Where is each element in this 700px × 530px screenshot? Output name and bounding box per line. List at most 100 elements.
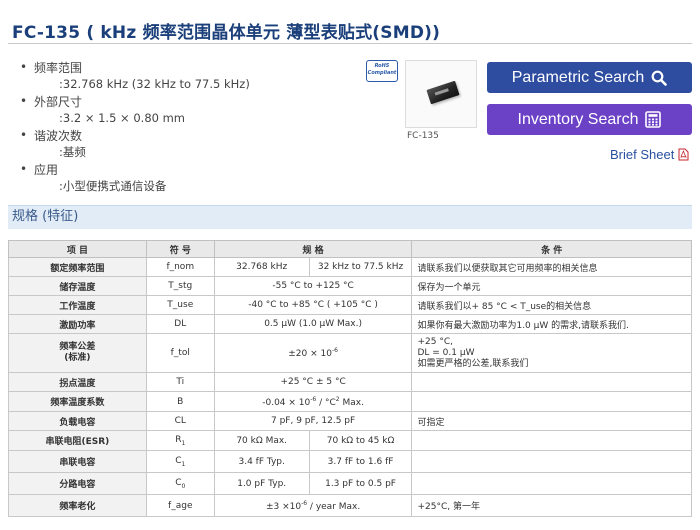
search-icon bbox=[651, 70, 668, 86]
row-symbol: f_tol bbox=[145, 333, 215, 373]
row-item: 串联电容 bbox=[8, 450, 147, 473]
key-specs-list: 频率范围 :32.768 kHz (32 kHz to 77.5 kHz) 外部… bbox=[20, 60, 350, 196]
spec-overtone: 谐波次数 :基频 bbox=[20, 128, 350, 160]
specifications-table: 项 目 符 号 规 格 条 件 额定频率范围 f_nom 32.768 kHz … bbox=[8, 240, 692, 517]
table-row: 激励功率 DL 0.5 μW (1.0 μW Max.) 如果你有最大激励功率为… bbox=[8, 314, 692, 334]
parametric-search-button[interactable]: Parametric Search bbox=[487, 62, 692, 93]
row-spec-b: 32 kHz to 77.5 kHz bbox=[308, 257, 413, 277]
spec-label: 频率范围 bbox=[34, 61, 83, 75]
condition-line1: +25 °C, bbox=[417, 336, 453, 347]
page-title: FC-135 ( kHz 频率范围晶体单元 薄型表贴式(SMD)) bbox=[12, 23, 441, 43]
row-condition bbox=[411, 391, 692, 412]
header-item: 项 目 bbox=[8, 240, 147, 258]
spec-base: ±20 × 10 bbox=[288, 349, 332, 359]
brief-sheet-link[interactable]: Brief Sheet bbox=[610, 147, 689, 162]
row-spec: ±3 ×10-6 / year Max. bbox=[213, 494, 413, 517]
row-spec: -40 °C to +85 °C ( +105 °C ) bbox=[213, 295, 413, 315]
row-item: 工作温度 bbox=[8, 295, 147, 315]
row-item: 储存温度 bbox=[8, 276, 147, 296]
spec-suffix: Max. bbox=[339, 397, 364, 408]
spec-exponent: -6 bbox=[331, 347, 338, 354]
row-symbol: CL bbox=[145, 411, 215, 431]
spec-base: -0.04 × 10 bbox=[262, 397, 311, 408]
row-item: 频率公差 (标准) bbox=[8, 333, 147, 373]
crystal-chip-image bbox=[426, 80, 460, 105]
spec-label: 谐波次数 bbox=[34, 129, 83, 143]
row-spec: -0.04 × 10-6 / °C2 Max. bbox=[213, 391, 413, 412]
product-image-caption: FC-135 bbox=[407, 131, 439, 141]
table-row: 负载电容 CL 7 pF, 9 pF, 12.5 pF 可指定 bbox=[8, 411, 692, 431]
row-spec-b: 3.7 fF to 1.6 fF bbox=[308, 450, 413, 473]
spec-value: :3.2 × 1.5 × 0.80 mm bbox=[59, 111, 186, 125]
inventory-search-button[interactable]: Inventory Search bbox=[487, 104, 692, 135]
table-row: 额定频率范围 f_nom 32.768 kHz 32 kHz to 77.5 k… bbox=[8, 257, 692, 277]
pdf-icon bbox=[678, 148, 689, 161]
row-spec: 7 pF, 9 pF, 12.5 pF bbox=[213, 411, 413, 431]
row-condition: 可指定 bbox=[411, 411, 692, 431]
table-row: 工作温度 T_use -40 °C to +85 °C ( +105 °C ) … bbox=[8, 295, 692, 315]
row-spec: ±20 × 10-6 bbox=[213, 333, 413, 373]
spec-value: :32.768 kHz (32 kHz to 77.5 kHz) bbox=[59, 77, 250, 91]
row-spec-a: 3.4 fF Typ. bbox=[213, 450, 310, 473]
row-item-line2: (标准) bbox=[64, 353, 91, 363]
row-symbol: C0 bbox=[145, 472, 215, 495]
table-row: 储存温度 T_stg -55 °C to +125 °C 保存为一个单元 bbox=[8, 276, 692, 296]
row-condition bbox=[411, 372, 692, 392]
table-row: 频率老化 f_age ±3 ×10-6 / year Max. +25°C, 第… bbox=[8, 494, 692, 517]
symbol-subscript: 0 bbox=[181, 482, 186, 490]
table-row: 串联电阻(ESR) R1 70 kΩ Max. 70 kΩ to 45 kΩ bbox=[8, 430, 692, 451]
row-item: 串联电阻(ESR) bbox=[8, 430, 147, 451]
inventory-search-label: Inventory Search bbox=[517, 110, 639, 128]
symbol-subscript: 1 bbox=[181, 460, 186, 468]
row-symbol: T_use bbox=[145, 295, 215, 315]
row-spec-a: 1.0 pF Typ. bbox=[213, 472, 310, 495]
section-header-specifications: 规格 (特征) bbox=[8, 205, 692, 229]
brief-sheet-label: Brief Sheet bbox=[610, 147, 675, 162]
spec-suffix: / year Max. bbox=[307, 501, 361, 512]
row-item: 频率温度系数 bbox=[8, 391, 147, 412]
row-condition: +25°C, 第一年 bbox=[411, 494, 692, 517]
table-row: 串联电容 C1 3.4 fF Typ. 3.7 fF to 1.6 fF bbox=[8, 450, 692, 473]
header-spec: 规 格 bbox=[213, 240, 413, 258]
row-item-line1: 频率公差 bbox=[59, 342, 96, 352]
table-row: 频率公差 (标准) f_tol ±20 × 10-6 +25 °C, DL = … bbox=[8, 333, 692, 373]
spec-label: 外部尺寸 bbox=[34, 95, 83, 109]
row-symbol: Ti bbox=[145, 372, 215, 392]
spec-value: :基频 bbox=[59, 145, 86, 159]
condition-line3: 如需更严格的公差,联系我们 bbox=[417, 358, 529, 369]
spec-base: ±3 ×10 bbox=[265, 501, 302, 512]
table-row: 频率温度系数 B -0.04 × 10-6 / °C2 Max. bbox=[8, 391, 692, 412]
calculator-icon bbox=[645, 111, 662, 128]
row-spec: 0.5 μW (1.0 μW Max.) bbox=[213, 314, 413, 334]
row-item: 激励功率 bbox=[8, 314, 147, 334]
row-symbol: R1 bbox=[145, 430, 215, 451]
parametric-search-label: Parametric Search bbox=[511, 68, 645, 86]
table-row: 拐点温度 Ti +25 °C ± 5 °C bbox=[8, 372, 692, 392]
row-symbol: B bbox=[145, 391, 215, 412]
row-condition: 如果你有最大激励功率为1.0 μW 的需求,请联系我们. bbox=[411, 314, 692, 334]
row-spec-b: 70 kΩ to 45 kΩ bbox=[308, 430, 413, 451]
row-spec-b: 1.3 pF to 0.5 pF bbox=[308, 472, 413, 495]
spec-label: 应用 bbox=[34, 163, 59, 177]
header-condition: 条 件 bbox=[411, 240, 692, 258]
rohs-badge-line1: RoHS bbox=[374, 63, 390, 69]
row-condition: 请联系我们以便获取其它可用频率的相关信息 bbox=[411, 257, 692, 277]
table-row: 分路电容 C0 1.0 pF Typ. 1.3 pF to 0.5 pF bbox=[8, 472, 692, 495]
row-condition bbox=[411, 472, 692, 495]
row-item: 分路电容 bbox=[8, 472, 147, 495]
row-condition: 保存为一个单元 bbox=[411, 276, 692, 296]
row-spec: -55 °C to +125 °C bbox=[213, 276, 413, 296]
row-item: 负载电容 bbox=[8, 411, 147, 431]
product-image[interactable] bbox=[405, 60, 477, 128]
header-symbol: 符 号 bbox=[145, 240, 215, 258]
spec-application: 应用 :小型便携式通信设备 bbox=[20, 162, 350, 194]
row-item: 额定频率范围 bbox=[8, 257, 147, 277]
row-symbol: DL bbox=[145, 314, 215, 334]
title-divider bbox=[8, 43, 692, 44]
spec-unit: / °C bbox=[316, 397, 336, 408]
row-symbol: f_age bbox=[145, 494, 215, 517]
row-symbol: f_nom bbox=[145, 257, 215, 277]
row-item: 拐点温度 bbox=[8, 372, 147, 392]
spec-dimensions: 外部尺寸 :3.2 × 1.5 × 0.80 mm bbox=[20, 94, 350, 126]
row-spec: +25 °C ± 5 °C bbox=[213, 372, 413, 392]
